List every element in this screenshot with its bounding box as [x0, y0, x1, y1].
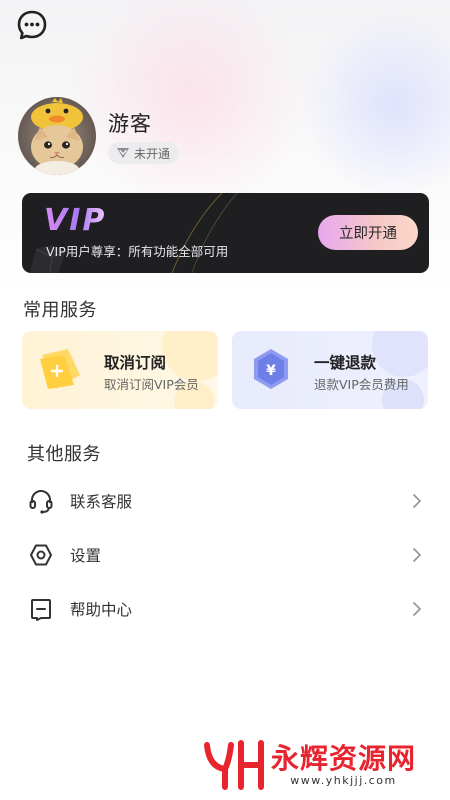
watermark: 永辉资源网 www.yhkjjj.com — [203, 737, 416, 793]
vip-diamond-icon — [117, 148, 129, 158]
chevron-right-icon — [411, 493, 423, 509]
message-button[interactable] — [15, 8, 49, 42]
open-vip-button[interactable]: 立即开通 — [318, 215, 418, 250]
chevron-right-icon — [411, 547, 423, 563]
refund-subtitle: 退款VIP会员费用 — [314, 377, 409, 392]
list-item-customer-service[interactable]: 联系客服 — [0, 474, 450, 528]
cancel-subscription-title: 取消订阅 — [104, 354, 167, 372]
cancel-subscription-icon — [40, 349, 80, 389]
refund-title: 一键退款 — [314, 354, 377, 372]
vip-status-text: 未开通 — [134, 146, 171, 161]
card-decoration — [372, 331, 428, 377]
refund-yuan-icon: ¥ — [254, 349, 288, 389]
cat-avatar-image — [18, 97, 96, 175]
avatar[interactable] — [18, 97, 96, 175]
vip-logo: VIP — [44, 203, 107, 238]
vip-status-badge: 未开通 — [108, 142, 180, 164]
cancel-subscription-subtitle: 取消订阅VIP会员 — [104, 377, 199, 392]
vip-description: VIP用户尊享：所有功能全部可用 — [46, 244, 229, 259]
cancel-subscription-card[interactable]: 取消订阅 取消订阅VIP会员 — [22, 331, 218, 409]
settings-hexagon-icon — [28, 542, 54, 568]
chevron-right-icon — [411, 601, 423, 617]
help-center-icon — [28, 596, 54, 622]
watermark-brand: 永辉资源网 — [271, 741, 417, 775]
svg-text:¥: ¥ — [266, 363, 276, 379]
other-services-title: 其他服务 — [27, 444, 101, 465]
refund-card[interactable]: ¥ 一键退款 退款VIP会员费用 — [232, 331, 428, 409]
list-item-help-center[interactable]: 帮助中心 — [0, 582, 450, 636]
headset-icon — [28, 488, 54, 514]
list-item-settings[interactable]: 设置 — [0, 528, 450, 582]
help-center-label: 帮助中心 — [70, 601, 133, 619]
watermark-url: www.yhkjjj.com — [290, 773, 397, 787]
common-services-title: 常用服务 — [23, 300, 97, 321]
customer-service-label: 联系客服 — [70, 493, 133, 511]
watermark-logo-icon — [204, 740, 264, 790]
vip-promo-card[interactable]: VIP VIP用户尊享：所有功能全部可用 立即开通 — [22, 193, 429, 273]
settings-label: 设置 — [70, 547, 102, 565]
chat-bubble-icon — [17, 10, 47, 40]
username: 游客 — [108, 112, 152, 136]
watermark-text-group: 永辉资源网 www.yhkjjj.com — [271, 741, 417, 787]
